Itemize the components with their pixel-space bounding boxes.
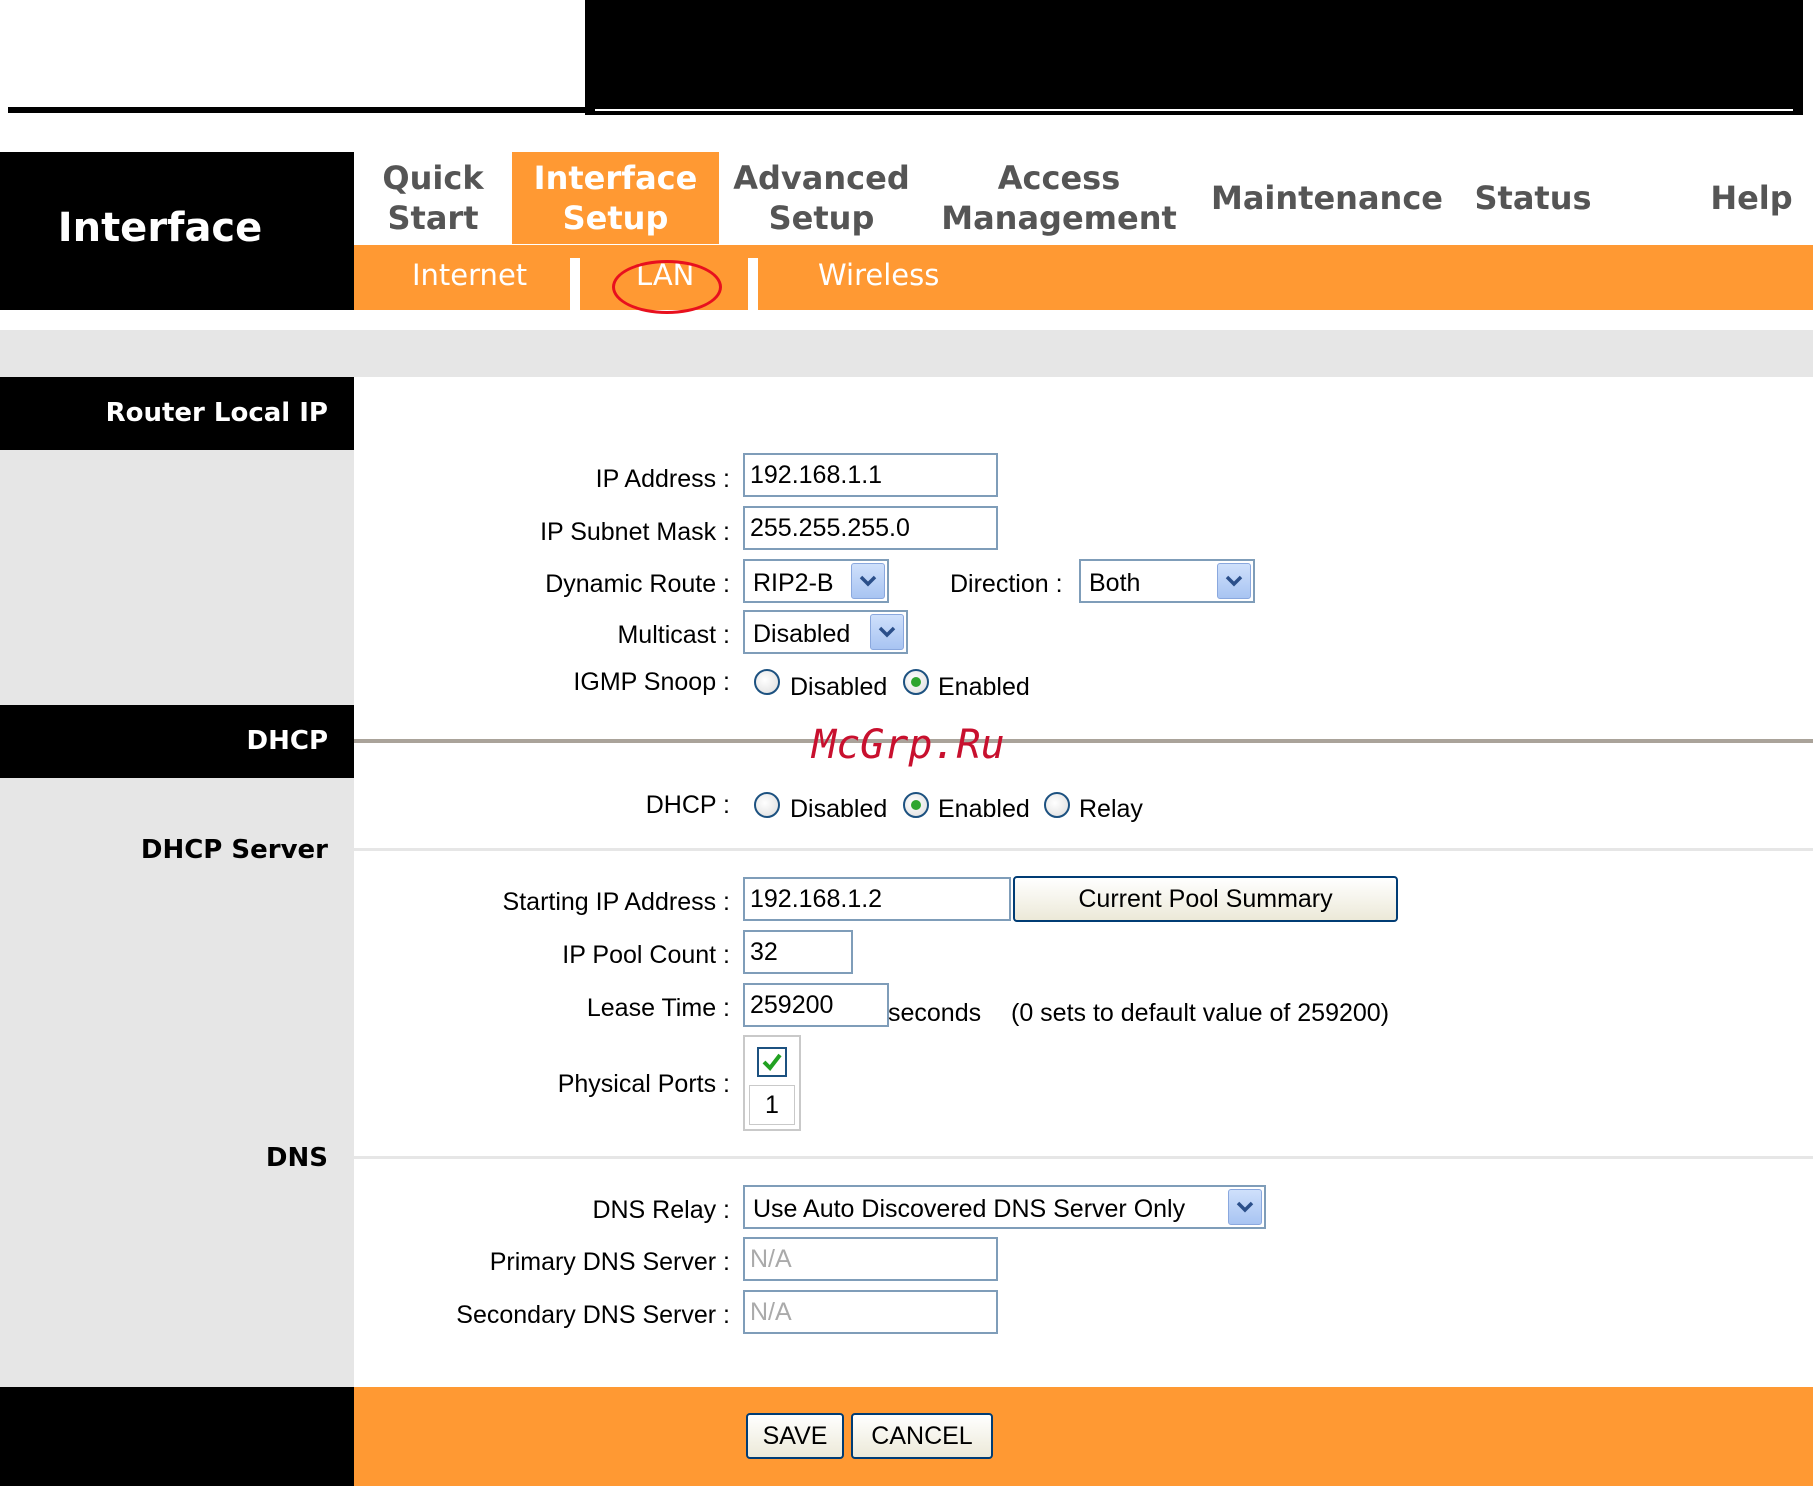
chevron-down-icon[interactable] bbox=[851, 563, 885, 599]
physical-ports-label: Physical Ports : bbox=[557, 1070, 730, 1098]
direction-select[interactable]: Both bbox=[1079, 559, 1255, 603]
lan-highlight-circle bbox=[612, 260, 722, 314]
subtab-separator bbox=[570, 258, 580, 310]
dhcp-server-heading: DHCP Server bbox=[140, 835, 328, 865]
igmp-enabled-label: Enabled bbox=[938, 673, 1030, 701]
dhcp-label: DHCP : bbox=[645, 791, 730, 819]
subtab-wireless[interactable]: Wireless bbox=[818, 258, 939, 292]
dhcp-disabled-radio[interactable] bbox=[754, 792, 780, 818]
banner-line bbox=[595, 109, 1793, 111]
dhcp-relay-label: Relay bbox=[1079, 795, 1143, 823]
dynamic-route-label: Dynamic Route : bbox=[545, 570, 730, 598]
ip-address-input[interactable] bbox=[743, 453, 998, 497]
lease-time-input[interactable] bbox=[743, 983, 889, 1027]
subnet-mask-label: IP Subnet Mask : bbox=[540, 518, 730, 546]
port-number: 1 bbox=[749, 1085, 795, 1125]
lease-note: (0 sets to default value of 259200) bbox=[1011, 999, 1390, 1027]
starting-ip-label: Starting IP Address : bbox=[502, 888, 730, 916]
subsection-divider bbox=[354, 848, 1813, 851]
lease-time-label: Lease Time : bbox=[586, 994, 730, 1022]
dhcp-enabled-radio[interactable] bbox=[903, 792, 929, 818]
tab-access-management[interactable]: Access Management bbox=[924, 152, 1194, 244]
cancel-button[interactable]: CANCEL bbox=[851, 1413, 993, 1459]
checkmark-icon bbox=[762, 1053, 782, 1072]
chevron-down-icon[interactable] bbox=[1228, 1189, 1262, 1225]
igmp-disabled-label: Disabled bbox=[790, 673, 888, 701]
direction-label: Direction : bbox=[950, 570, 1063, 598]
dns-relay-select[interactable]: Use Auto Discovered DNS Server Only bbox=[743, 1185, 1266, 1229]
banner-underline bbox=[8, 107, 588, 113]
dns-heading: DNS bbox=[265, 1143, 328, 1173]
watermark: McGrp.Ru bbox=[812, 722, 1005, 768]
tab-advanced-setup[interactable]: Advanced Setup bbox=[719, 152, 924, 244]
igmp-enabled-radio[interactable] bbox=[903, 669, 929, 695]
igmp-snoop-label: IGMP Snoop : bbox=[573, 668, 730, 696]
multicast-label: Multicast : bbox=[617, 621, 730, 649]
primary-dns-input[interactable] bbox=[743, 1237, 998, 1281]
footer-bar bbox=[354, 1387, 1813, 1486]
sidebar-panel bbox=[0, 377, 354, 1387]
multicast-select[interactable]: Disabled bbox=[743, 610, 908, 654]
tab-help[interactable]: Help bbox=[1690, 152, 1813, 244]
save-button[interactable]: SAVE bbox=[746, 1413, 844, 1459]
primary-dns-label: Primary DNS Server : bbox=[489, 1248, 730, 1276]
tab-quick-start[interactable]: Quick Start bbox=[354, 152, 512, 244]
section-divider bbox=[354, 739, 1813, 743]
pool-count-label: IP Pool Count : bbox=[562, 941, 730, 969]
tab-interface-setup[interactable]: Interface Setup bbox=[512, 152, 719, 244]
current-pool-summary-button[interactable]: Current Pool Summary bbox=[1013, 876, 1398, 922]
dynamic-route-select[interactable]: RIP2-B bbox=[743, 559, 889, 603]
chevron-down-icon[interactable] bbox=[1217, 563, 1251, 599]
chevron-down-icon[interactable] bbox=[870, 614, 904, 650]
lease-unit: seconds bbox=[888, 999, 982, 1027]
dynamic-route-value: RIP2-B bbox=[753, 569, 834, 597]
port-checkbox[interactable] bbox=[757, 1047, 787, 1077]
sidebar-title: Interface bbox=[57, 205, 263, 251]
dhcp-enabled-label: Enabled bbox=[938, 795, 1030, 823]
footer-left bbox=[0, 1387, 354, 1486]
dhcp-disabled-label: Disabled bbox=[790, 795, 888, 823]
direction-value: Both bbox=[1089, 569, 1141, 597]
secondary-dns-label: Secondary DNS Server : bbox=[456, 1301, 730, 1329]
gray-strip bbox=[0, 330, 1813, 377]
section-dhcp: DHCP bbox=[0, 705, 354, 778]
dns-relay-value: Use Auto Discovered DNS Server Only bbox=[753, 1195, 1186, 1223]
multicast-value: Disabled bbox=[753, 620, 851, 648]
subnet-mask-input[interactable] bbox=[743, 506, 998, 550]
subsection-divider bbox=[354, 1156, 1813, 1159]
physical-ports-box: 1 bbox=[743, 1035, 801, 1131]
starting-ip-input[interactable] bbox=[743, 877, 1011, 921]
ip-address-label: IP Address : bbox=[595, 465, 730, 493]
igmp-disabled-radio[interactable] bbox=[754, 669, 780, 695]
section-router-local-ip: Router Local IP bbox=[0, 377, 354, 450]
top-banner bbox=[585, 0, 1803, 115]
subtab-separator bbox=[748, 258, 758, 310]
subtab-internet[interactable]: Internet bbox=[412, 258, 527, 292]
pool-count-input[interactable] bbox=[743, 930, 853, 974]
dhcp-relay-radio[interactable] bbox=[1044, 792, 1070, 818]
dns-relay-label: DNS Relay : bbox=[592, 1196, 730, 1224]
secondary-dns-input[interactable] bbox=[743, 1290, 998, 1334]
tab-maintenance[interactable]: Maintenance bbox=[1194, 152, 1460, 244]
tab-status[interactable]: Status bbox=[1460, 152, 1606, 244]
